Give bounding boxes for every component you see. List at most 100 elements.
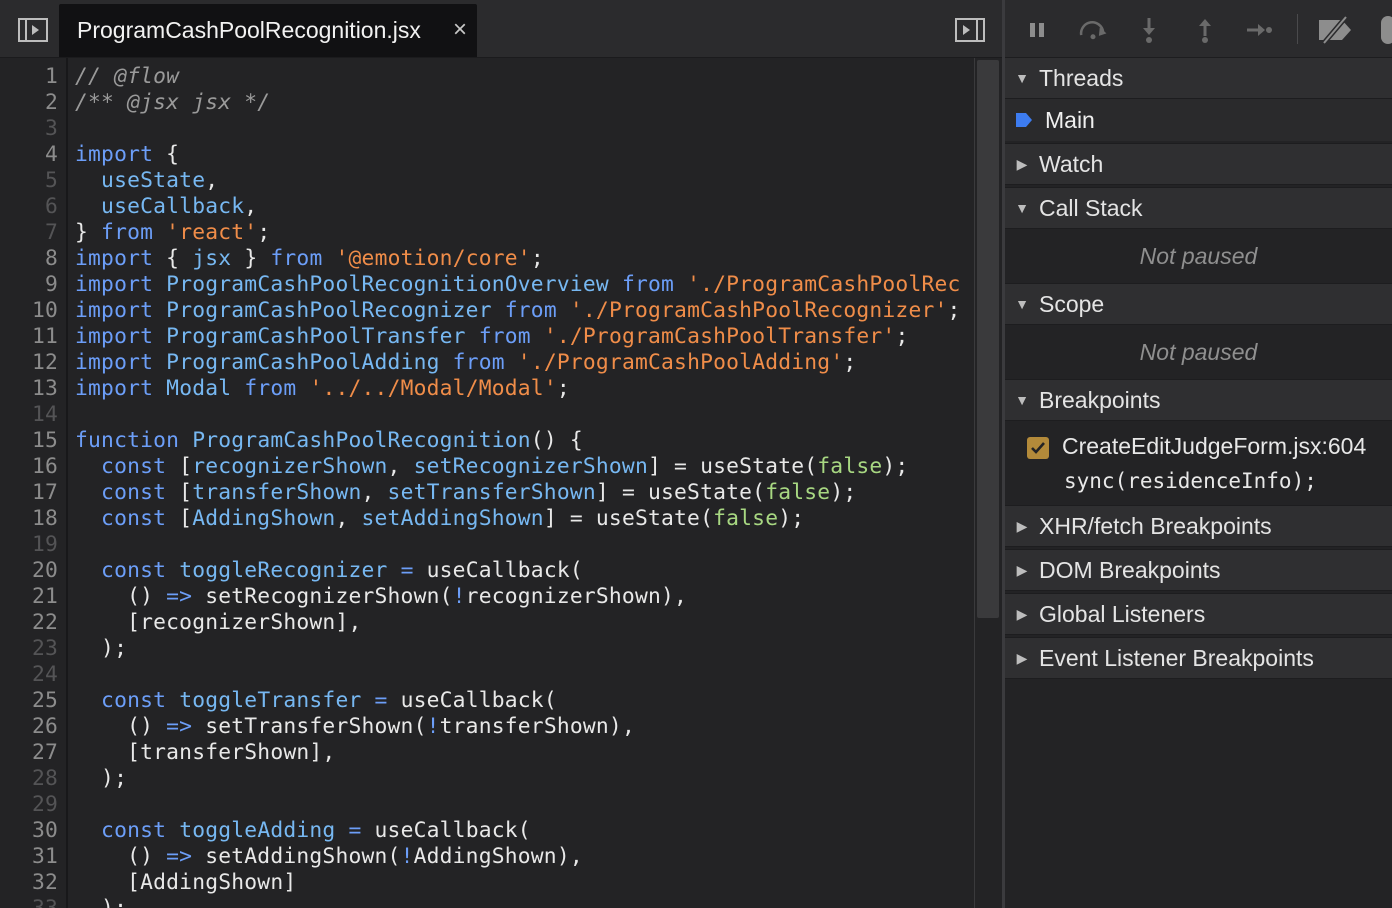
code-line[interactable]: 1 // @flow bbox=[0, 64, 974, 90]
collapsed-triangle-icon: ▶ bbox=[1016, 649, 1028, 666]
code-line[interactable]: 32 [AddingShown] bbox=[0, 870, 974, 896]
code-token: } bbox=[75, 220, 102, 245]
line-number[interactable]: 16 bbox=[0, 454, 58, 480]
expanded-triangle-icon: ▼ bbox=[1015, 296, 1029, 312]
event-listener-breakpoints-header[interactable]: ▶ Event Listener Breakpoints bbox=[1005, 637, 1392, 679]
editor-scrollbar[interactable] bbox=[974, 58, 1002, 908]
code-line[interactable]: 8 import { jsx } from '@emotion/core'; bbox=[0, 246, 974, 272]
line-number[interactable]: 8 bbox=[0, 246, 58, 272]
line-number[interactable]: 15 bbox=[0, 428, 58, 454]
line-number[interactable]: 5 bbox=[0, 168, 58, 194]
step-over-icon[interactable] bbox=[1077, 15, 1109, 45]
code-line[interactable]: 22 [recognizerShown], bbox=[0, 610, 974, 636]
line-number[interactable]: 4 bbox=[0, 142, 58, 168]
code-line[interactable]: 27 [transferShown], bbox=[0, 740, 974, 766]
code-line[interactable]: 14 bbox=[0, 402, 974, 428]
line-number[interactable]: 30 bbox=[0, 818, 58, 844]
line-number[interactable]: 2 bbox=[0, 90, 58, 116]
line-number[interactable]: 10 bbox=[0, 298, 58, 324]
line-number[interactable]: 7 bbox=[0, 220, 58, 246]
code-line[interactable]: 17 const [transferShown, setTransferShow… bbox=[0, 480, 974, 506]
step-out-icon[interactable] bbox=[1189, 15, 1221, 45]
line-number[interactable]: 23 bbox=[0, 636, 58, 662]
line-number[interactable]: 28 bbox=[0, 766, 58, 792]
line-number[interactable]: 1 bbox=[0, 64, 58, 90]
threads-header[interactable]: ▼ Threads bbox=[1005, 57, 1392, 99]
code-line[interactable]: 7} from 'react'; bbox=[0, 220, 974, 246]
line-number[interactable]: 20 bbox=[0, 558, 58, 584]
code-line[interactable]: 2 /** @jsx jsx */ bbox=[0, 90, 974, 116]
tab-programcashpoolrecognition[interactable]: ProgramCashPoolRecognition.jsx × bbox=[59, 4, 477, 57]
line-number[interactable]: 14 bbox=[0, 402, 58, 428]
line-number[interactable]: 32 bbox=[0, 870, 58, 896]
line-number[interactable]: 18 bbox=[0, 506, 58, 532]
xhr-breakpoints-header[interactable]: ▶ XHR/fetch Breakpoints bbox=[1005, 505, 1392, 547]
code-line[interactable]: 30 const toggleAdding = useCallback( bbox=[0, 818, 974, 844]
code-token: ! bbox=[426, 714, 440, 739]
pause-icon[interactable] bbox=[1021, 15, 1053, 45]
line-number[interactable]: 27 bbox=[0, 740, 58, 766]
line-number[interactable]: 9 bbox=[0, 272, 58, 298]
code-line[interactable]: 19 bbox=[0, 532, 974, 558]
line-number[interactable]: 12 bbox=[0, 350, 58, 376]
code-line[interactable]: 29 bbox=[0, 792, 974, 818]
code-line[interactable]: 20 const toggleRecognizer = useCallback( bbox=[0, 558, 974, 584]
line-number[interactable]: 21 bbox=[0, 584, 58, 610]
global-listeners-header[interactable]: ▶ Global Listeners bbox=[1005, 593, 1392, 635]
line-number[interactable]: 3 bbox=[0, 116, 58, 142]
line-number[interactable]: 33 bbox=[0, 896, 58, 908]
code-line[interactable]: 9 import ProgramCashPoolRecognitionOvervi… bbox=[0, 272, 974, 298]
thread-main[interactable]: Main bbox=[1005, 99, 1392, 141]
line-number[interactable]: 22 bbox=[0, 610, 58, 636]
line-number[interactable]: 24 bbox=[0, 662, 58, 688]
code-line[interactable]: 28 ); bbox=[0, 766, 974, 792]
scope-header[interactable]: ▼ Scope bbox=[1005, 283, 1392, 325]
line-number[interactable]: 11 bbox=[0, 324, 58, 350]
code-line[interactable]: 3 bbox=[0, 116, 974, 142]
code-line[interactable]: 33 ); bbox=[0, 896, 974, 908]
code-token: from bbox=[452, 350, 505, 375]
call-stack-header[interactable]: ▼ Call Stack bbox=[1005, 187, 1392, 229]
line-number[interactable]: 25 bbox=[0, 688, 58, 714]
code-token: } bbox=[231, 246, 271, 271]
more-options-icon[interactable] bbox=[1381, 16, 1392, 44]
line-number[interactable]: 29 bbox=[0, 792, 58, 818]
code-line[interactable]: 12 import ProgramCashPoolAdding from './P… bbox=[0, 350, 974, 376]
code-editor[interactable]: 1// @flow 2/** @jsx jsx */3 4 import {5 use… bbox=[0, 58, 1002, 908]
code-line[interactable]: 15 function ProgramCashPoolRecognition() … bbox=[0, 428, 974, 454]
code-line[interactable]: 10 import ProgramCashPoolRecognizer from … bbox=[0, 298, 974, 324]
code-line[interactable]: 11 import ProgramCashPoolTransfer from '.… bbox=[0, 324, 974, 350]
line-number[interactable]: 13 bbox=[0, 376, 58, 402]
scrollbar-thumb[interactable] bbox=[977, 60, 999, 618]
line-number[interactable]: 6 bbox=[0, 194, 58, 220]
code-line[interactable]: 5 useState, bbox=[0, 168, 974, 194]
sidebar-toggle-icon[interactable] bbox=[18, 17, 48, 43]
step-in-icon[interactable] bbox=[1133, 15, 1165, 45]
code-line[interactable]: 25 const toggleTransfer = useCallback( bbox=[0, 688, 974, 714]
line-number[interactable]: 19 bbox=[0, 532, 58, 558]
breakpoint-checkbox[interactable] bbox=[1027, 437, 1049, 459]
line-number[interactable]: 31 bbox=[0, 844, 58, 870]
code-line[interactable]: 24 bbox=[0, 662, 974, 688]
code-line[interactable]: 23 ); bbox=[0, 636, 974, 662]
deactivate-breakpoints-icon[interactable] bbox=[1315, 15, 1355, 45]
code-line[interactable]: 16 const [recognizerShown, setRecognizer… bbox=[0, 454, 974, 480]
dom-breakpoints-header[interactable]: ▶ DOM Breakpoints bbox=[1005, 549, 1392, 591]
breakpoint-item[interactable]: CreateEditJudgeForm.jsx:604 sync(residen… bbox=[1005, 421, 1392, 505]
sidebar-collapse-icon[interactable] bbox=[955, 17, 985, 43]
code-line[interactable]: 13 import Modal from '../../Modal/Modal'; bbox=[0, 376, 974, 402]
code-line[interactable]: 31 () => setAddingShown(!AddingShown), bbox=[0, 844, 974, 870]
breakpoints-header[interactable]: ▼ Breakpoints bbox=[1005, 379, 1392, 421]
code-token: () { bbox=[530, 428, 583, 453]
close-icon[interactable]: × bbox=[453, 18, 467, 42]
code-line[interactable]: 21 () => setRecognizerShown(!recognizerS… bbox=[0, 584, 974, 610]
code-line[interactable]: 18 const [AddingShown, setAddingShown] =… bbox=[0, 506, 974, 532]
line-number[interactable]: 26 bbox=[0, 714, 58, 740]
line-number[interactable]: 17 bbox=[0, 480, 58, 506]
code-line[interactable]: 26 () => setTransferShown(!transferShown… bbox=[0, 714, 974, 740]
step-icon[interactable] bbox=[1243, 15, 1275, 45]
code-line[interactable]: 6 useCallback, bbox=[0, 194, 974, 220]
watch-header[interactable]: ▶ Watch bbox=[1005, 143, 1392, 185]
code-text: import Modal from '../../Modal/Modal'; bbox=[75, 376, 570, 402]
code-line[interactable]: 4 import { bbox=[0, 142, 974, 168]
